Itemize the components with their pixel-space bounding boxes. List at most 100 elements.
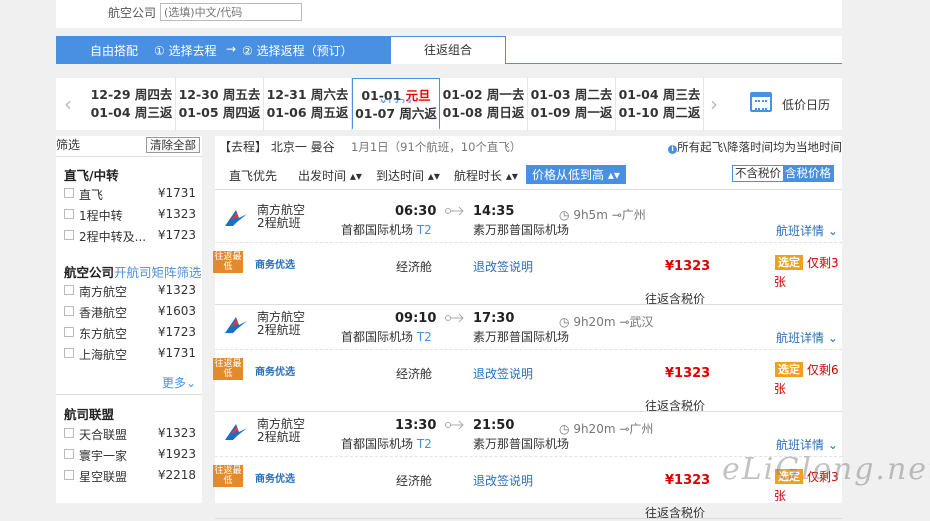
checkbox[interactable] bbox=[64, 188, 74, 198]
departure-airport: 首都国际机场 T2 bbox=[341, 328, 432, 345]
date-prev-arrow[interactable]: ‹ bbox=[64, 92, 72, 116]
flight-detail-link[interactable]: 航班详情 ⌄ bbox=[776, 222, 838, 239]
local-time-note-text: 所有起飞\降落时间均为当地时间 bbox=[677, 140, 842, 154]
checkbox[interactable] bbox=[64, 449, 74, 459]
date-go: 12-29 周四去 bbox=[90, 87, 173, 102]
arrival-airport: 素万那普国际机场 bbox=[473, 437, 570, 451]
date-cell[interactable]: 01-02 周一去 01-08 周日返 bbox=[440, 78, 528, 130]
filter-option[interactable]: 星空联盟 ¥2218 bbox=[64, 467, 200, 485]
seats-remaining: 仅剩6 bbox=[807, 363, 839, 377]
cabin-class: 经济舱 bbox=[396, 260, 433, 274]
select-button[interactable]: 选定 bbox=[775, 255, 803, 270]
departure-airport-name: 首都国际机场 bbox=[341, 330, 414, 344]
date-cell[interactable]: 01-01 元旦01-07 周六返¥1323 bbox=[352, 78, 440, 130]
date-cell[interactable]: 12-31 周六去 01-06 周五返 bbox=[264, 78, 352, 130]
filter-option-name: 直飞 bbox=[79, 188, 104, 202]
step-arrow: → bbox=[226, 42, 237, 56]
date-return: 01-05 周四返 bbox=[178, 105, 261, 120]
sort-depart-time[interactable]: 出发时间 ▴▾ bbox=[298, 167, 362, 184]
free-combo-label[interactable]: 自由搭配 bbox=[90, 42, 138, 59]
filter-option-price: ¥1323 bbox=[157, 426, 196, 440]
filter-option[interactable]: 东方航空 ¥1723 bbox=[64, 324, 200, 342]
airline-input[interactable] bbox=[160, 3, 302, 21]
filter-option[interactable]: 2程中转及... ¥1723 bbox=[64, 227, 200, 245]
fare-price: ¥1323 bbox=[665, 473, 711, 488]
checkbox[interactable] bbox=[64, 209, 74, 219]
china-southern-logo-icon bbox=[225, 210, 247, 226]
arrival-time: 21:50 bbox=[473, 418, 515, 433]
direct-filter-title: 直飞/中转 bbox=[64, 168, 119, 183]
filter-option[interactable]: 天合联盟 ¥1323 bbox=[64, 425, 200, 443]
date-return: 01-08 周日返 bbox=[442, 105, 525, 120]
divider bbox=[56, 156, 202, 157]
date-return: 01-10 周二返 bbox=[618, 105, 701, 120]
sort-arrive-time[interactable]: 到达时间 ▴▾ bbox=[376, 167, 440, 184]
select-button[interactable]: 选定 bbox=[775, 469, 803, 484]
date-cell[interactable]: 01-03 周二去 01-09 周一返 bbox=[528, 78, 616, 130]
date-cell[interactable]: 01-04 周三去 01-10 周二返 bbox=[616, 78, 704, 130]
flight-detail-link[interactable]: 航班详情 ⌄ bbox=[776, 436, 838, 453]
fare-tag-stamp: 往返最低 bbox=[213, 358, 243, 380]
include-tax-option[interactable]: 含税价格 bbox=[783, 166, 833, 181]
flight-arrow-icon bbox=[445, 313, 464, 323]
date-selector: ‹ 12-29 周四去 01-04 周三返 12-30 周五去 01-05 周四返 12… bbox=[56, 78, 842, 130]
via-city: 广州 bbox=[629, 422, 654, 436]
airline-matrix-link[interactable]: 开航司矩阵筛选 bbox=[114, 265, 202, 280]
date-go: 01-02 周一去 bbox=[442, 87, 525, 102]
filter-option[interactable]: 南方航空 ¥1323 bbox=[64, 282, 200, 300]
departure-time: 09:10 bbox=[395, 311, 437, 326]
select-button[interactable]: 选定 bbox=[775, 362, 803, 377]
checkbox[interactable] bbox=[64, 285, 74, 295]
date-go: 01-03 周二去 bbox=[530, 87, 613, 102]
clear-all-button[interactable]: 清除全部 bbox=[146, 137, 200, 153]
arrival-time: 14:35 bbox=[473, 204, 515, 219]
step-select-return: ② 选择返程（预订） bbox=[242, 44, 353, 58]
filter-option[interactable]: 1程中转 ¥1323 bbox=[64, 206, 200, 224]
date-next-arrow[interactable]: › bbox=[710, 92, 718, 116]
filter-option[interactable]: 直飞 ¥1731 bbox=[64, 185, 200, 203]
airline-filter-title: 航空公司开航司矩阵筛选 bbox=[64, 262, 202, 281]
checkbox[interactable] bbox=[64, 428, 74, 438]
date-return: 01-04 周三返 bbox=[90, 105, 173, 120]
filter-header: 筛选 清除全部 bbox=[56, 136, 202, 154]
tax-price-toggle[interactable]: 不含税价 含税价格 bbox=[732, 165, 834, 182]
clock-icon: ◷ bbox=[559, 422, 570, 436]
departure-airport-name: 首都国际机场 bbox=[341, 223, 414, 237]
date-cell[interactable]: 12-29 周四去 01-04 周三返 bbox=[88, 78, 176, 130]
roundtrip-combo-tab[interactable]: 往返组合 bbox=[390, 36, 506, 64]
info-icon: i bbox=[668, 145, 678, 154]
filter-option[interactable]: 上海航空 ¥1731 bbox=[64, 345, 200, 363]
local-time-note: i 所有起飞\降落时间均为当地时间 bbox=[668, 139, 842, 155]
china-southern-logo-icon bbox=[225, 424, 247, 440]
fare-type: 商务优选 bbox=[255, 367, 295, 378]
checkbox[interactable] bbox=[64, 230, 74, 240]
date-return: 01-07 周六返 bbox=[355, 106, 437, 121]
divider bbox=[56, 394, 202, 395]
filter-option-price: ¥1603 bbox=[157, 304, 196, 318]
checkbox[interactable] bbox=[64, 348, 74, 358]
airline-info: 南方航空 2程航班 bbox=[257, 311, 305, 337]
filter-option-name: 寰宇一家 bbox=[79, 449, 128, 463]
via-icon: ⊸ bbox=[619, 315, 630, 329]
more-airlines-link[interactable]: 更多⌄ bbox=[162, 374, 196, 391]
departure-airport-name: 首都国际机场 bbox=[341, 437, 414, 451]
refund-rule-link[interactable]: 退改签说明 bbox=[473, 472, 533, 489]
sort-direct-first[interactable]: 直飞优先 bbox=[229, 167, 277, 184]
clock-icon: ◷ bbox=[559, 208, 570, 222]
checkbox[interactable] bbox=[64, 470, 74, 480]
checkbox[interactable] bbox=[64, 306, 74, 316]
sort-duration[interactable]: 航程时长 ▴▾ bbox=[454, 167, 518, 184]
filter-option-price: ¥1323 bbox=[157, 207, 196, 221]
stop-info: 2程航班 bbox=[257, 323, 301, 337]
airline-filter-row: 航空公司 bbox=[56, 0, 842, 28]
date-cell[interactable]: 12-30 周五去 01-05 周四返 bbox=[176, 78, 264, 130]
sort-price-low-high[interactable]: 价格从低到高 ▴▾ bbox=[526, 165, 626, 184]
filter-option[interactable]: 香港航空 ¥1603 bbox=[64, 303, 200, 321]
refund-rule-link[interactable]: 退改签说明 bbox=[473, 365, 533, 382]
checkbox[interactable] bbox=[64, 327, 74, 337]
exclude-tax-option[interactable]: 不含税价 bbox=[733, 166, 783, 181]
flight-detail-link[interactable]: 航班详情 ⌄ bbox=[776, 329, 838, 346]
seats-remaining-unit: 张 bbox=[774, 489, 787, 503]
filter-option[interactable]: 寰宇一家 ¥1923 bbox=[64, 446, 200, 464]
refund-rule-link[interactable]: 退改签说明 bbox=[473, 258, 533, 275]
